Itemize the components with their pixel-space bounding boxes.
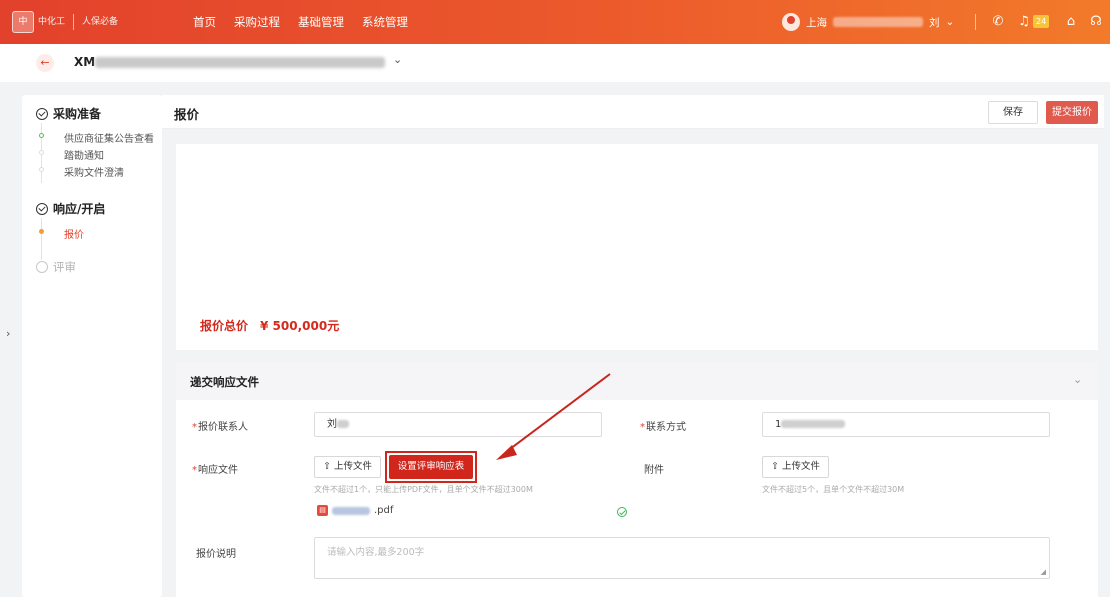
- upload-icon: ⇧: [771, 461, 779, 472]
- headset-icon[interactable]: ☊: [1086, 12, 1106, 32]
- check-circle-icon: [36, 107, 48, 120]
- nav-home[interactable]: 首页: [193, 14, 216, 30]
- price-total: 报价总价 ¥ 500,000元: [200, 317, 339, 334]
- clock-icon: [36, 261, 48, 273]
- price-total-label: 报价总价: [200, 319, 249, 333]
- contact-name-value: 刘: [327, 419, 337, 430]
- step-dot: [39, 133, 44, 138]
- pdf-icon: ▤: [317, 505, 328, 516]
- logo-text: 中化工: [38, 17, 66, 27]
- upload-attachment-button[interactable]: ⇧ 上传文件: [762, 456, 830, 478]
- nav-base-management[interactable]: 基础管理: [298, 14, 344, 30]
- upload-response-button[interactable]: ⇧ 上传文件: [314, 456, 382, 478]
- top-navigation-bar: 中 中化工 人保必备 首页 采购过程 基础管理 系统管理 上海 刘 ⌄ ✆ ♫ …: [0, 0, 1110, 44]
- page-header: 报价 保存 提交报价: [162, 95, 1104, 129]
- step-review[interactable]: 评审: [36, 259, 76, 275]
- remark-textarea[interactable]: 请输入内容,最多200字 ◢: [314, 537, 1050, 579]
- response-file-label: *响应文件: [192, 465, 238, 476]
- user-company-prefix: 上海: [806, 16, 827, 29]
- sidebar-item-site-visit[interactable]: 踏勘通知: [64, 147, 104, 162]
- upload-icon: ⇧: [323, 461, 331, 472]
- required-mark: *: [192, 465, 197, 476]
- step-response-opening[interactable]: 响应/开启: [36, 200, 105, 217]
- contact-name-input[interactable]: 刘: [314, 412, 602, 437]
- step-title: 评审: [53, 260, 76, 274]
- home-icon[interactable]: ⌂: [1061, 12, 1081, 32]
- response-files-section: 递交响应文件 ⌄ *报价联系人 刘 *联系方式 1 *响应文件 ⇧ 上传文件 设…: [176, 362, 1098, 597]
- step-title: 采购准备: [53, 107, 102, 121]
- project-name-redacted: [95, 57, 385, 68]
- chevron-down-icon[interactable]: ⌄: [1073, 373, 1082, 386]
- upload-label: 上传文件: [334, 461, 373, 472]
- step-dot-active: [39, 229, 44, 234]
- required-mark: *: [192, 422, 197, 433]
- remark-label: 报价说明: [196, 549, 236, 560]
- sidebar-item-supplier-notice[interactable]: 供应商征集公告查看: [64, 130, 154, 145]
- logo-subtext: 人保必备: [82, 17, 119, 27]
- attachment-hint: 文件不超过5个，且单个文件不超过30M: [762, 485, 905, 494]
- remark-placeholder: 请输入内容,最多200字: [327, 547, 425, 558]
- file-name-redacted: [332, 506, 370, 515]
- notification-badge: 24: [1033, 15, 1050, 28]
- logo-divider: [73, 14, 75, 30]
- phone-label: *联系方式: [640, 422, 686, 433]
- bell-icon[interactable]: ♫: [1014, 12, 1034, 32]
- step-procurement-prep[interactable]: 采购准备: [36, 105, 101, 122]
- nav-procurement-process[interactable]: 采购过程: [234, 14, 280, 30]
- page-title: 报价: [174, 107, 200, 122]
- save-button[interactable]: 保存: [988, 101, 1038, 124]
- brand-logo[interactable]: 中 中化工 人保必备: [12, 11, 152, 33]
- required-mark: *: [640, 422, 645, 433]
- process-steps-panel: 采购准备 供应商征集公告查看 踏勘通知 采购文件澄清 响应/开启 报价 评审: [22, 95, 162, 597]
- quotation-panel: 报价总价 ¥ 500,000元: [176, 144, 1098, 350]
- step-title: 响应/开启: [53, 202, 106, 216]
- step-dot: [39, 150, 44, 155]
- contact-label: *报价联系人: [192, 422, 248, 433]
- upload-label: 上传文件: [782, 461, 821, 472]
- project-bar: ← XM ⌄: [0, 44, 1110, 82]
- step-connector: [41, 218, 42, 260]
- resize-handle-icon[interactable]: ◢: [1041, 568, 1046, 576]
- main-nav: 首页 采购过程 基础管理 系统管理: [193, 0, 408, 44]
- redacted-text: [781, 420, 846, 428]
- attachment-label: 附件: [644, 465, 664, 476]
- user-name: 刘: [929, 16, 940, 29]
- chevron-down-icon: ⌄: [945, 16, 955, 28]
- file-extension: .pdf: [374, 505, 394, 516]
- user-menu[interactable]: 上海 刘 ⌄: [782, 10, 954, 34]
- redacted-text: [337, 420, 349, 428]
- sidebar-item-clarification[interactable]: 采购文件澄清: [64, 164, 124, 179]
- user-icon: [782, 13, 800, 31]
- response-file-hint: 文件不超过1个，只能上传PDF文件，且单个文件不超过300M: [314, 485, 533, 494]
- step-dot: [39, 167, 44, 172]
- price-total-value: ¥ 500,000元: [260, 319, 340, 333]
- arrow-left-icon[interactable]: ←: [36, 54, 54, 72]
- check-circle-icon: [36, 202, 48, 215]
- uploaded-file[interactable]: ▤ .pdf: [317, 505, 393, 516]
- project-code: XM: [74, 55, 96, 69]
- check-circle-icon: [617, 507, 627, 517]
- section-header[interactable]: 递交响应文件 ⌄: [176, 362, 1098, 400]
- section-title: 递交响应文件: [190, 375, 259, 389]
- sidebar-item-quotation[interactable]: 报价: [64, 226, 84, 241]
- submit-quote-button[interactable]: 提交报价: [1046, 101, 1098, 124]
- phone-input[interactable]: 1: [762, 412, 1050, 437]
- topbar-divider: [975, 14, 976, 30]
- user-company-redacted: [833, 17, 923, 27]
- sidebar-expand-icon[interactable]: ›: [6, 326, 18, 342]
- chevron-down-icon[interactable]: ⌄: [393, 53, 402, 66]
- nav-system-management[interactable]: 系统管理: [362, 14, 408, 30]
- annotation-highlight-box: [385, 451, 477, 483]
- logo-badge: 中: [12, 11, 34, 33]
- phone-icon[interactable]: ✆: [988, 12, 1008, 32]
